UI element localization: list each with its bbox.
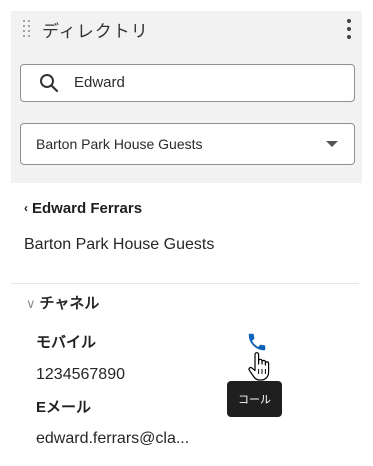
mobile-number: 1234567890 — [36, 366, 125, 383]
more-options-icon[interactable] — [346, 19, 352, 39]
directory-panel-header: ディレクトリ Edward Barton Park House Guests — [11, 11, 362, 183]
call-button[interactable] — [246, 331, 268, 353]
panel-title: ディレクトリ — [42, 22, 149, 41]
call-tooltip: コール — [227, 381, 282, 417]
search-icon — [40, 74, 59, 93]
chevron-left-icon: ‹ — [24, 201, 28, 215]
email-label: Eメール — [36, 399, 92, 416]
drag-handle-icon[interactable] — [23, 20, 31, 37]
mobile-label: モバイル — [36, 334, 97, 351]
directory-select-value: Barton Park House Guests — [36, 136, 203, 152]
contact-name: Edward Ferrars — [32, 200, 143, 217]
directory-select[interactable]: Barton Park House Guests — [20, 123, 355, 165]
chevron-down-icon — [326, 141, 338, 147]
double-chevron-down-icon: ∨ — [26, 296, 36, 311]
search-input[interactable]: Edward — [20, 64, 355, 102]
channel-label: チャネル — [39, 295, 100, 312]
hand-pointer-cursor-icon — [248, 352, 270, 381]
email-address[interactable]: edward.ferrars@cla... — [36, 430, 189, 448]
divider — [11, 283, 359, 284]
channel-section-toggle[interactable]: ∨ チャネル — [26, 292, 99, 313]
contact-group: Barton Park House Guests — [24, 236, 215, 253]
search-value: Edward — [74, 74, 125, 91]
phone-icon — [248, 333, 266, 351]
back-to-results-link[interactable]: ‹ Edward Ferrars — [24, 200, 142, 217]
